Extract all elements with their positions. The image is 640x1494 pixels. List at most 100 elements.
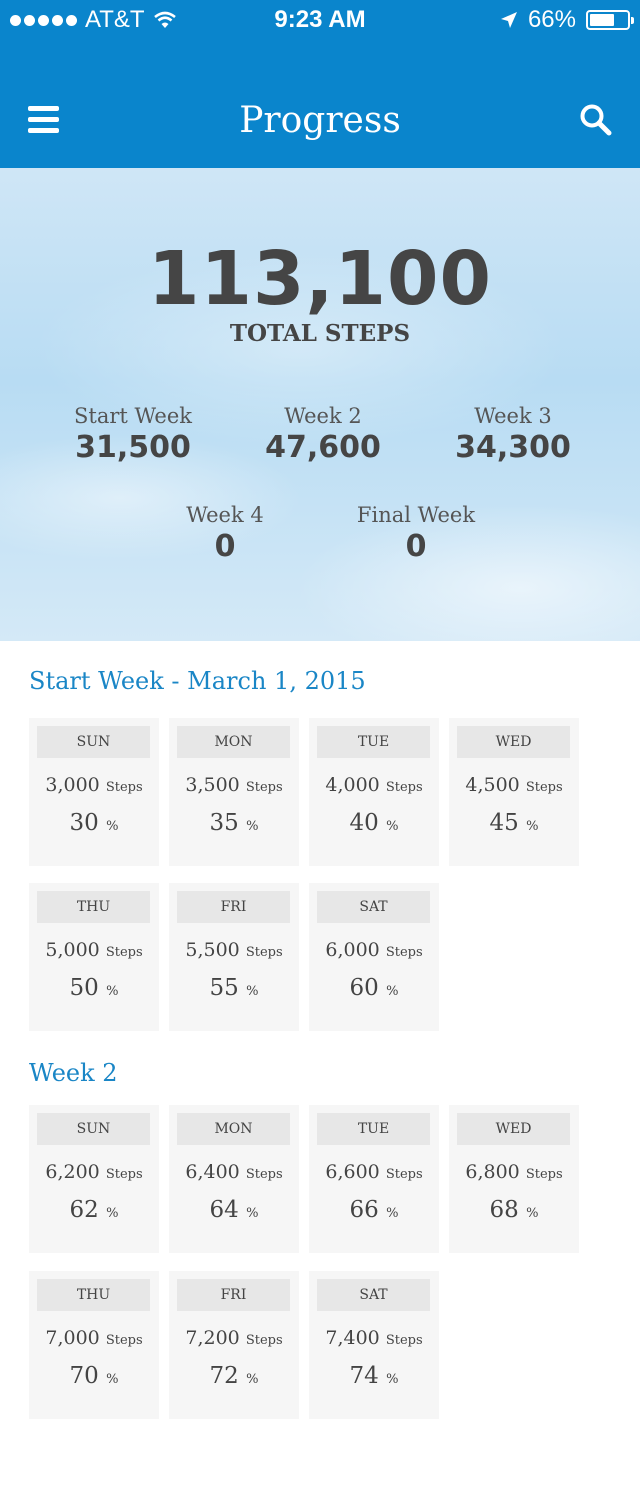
day-label: FRI	[177, 1279, 290, 1311]
week-summary-name: Week 3	[474, 404, 552, 428]
page-title: Progress	[239, 100, 401, 141]
search-icon	[580, 104, 612, 136]
week-summary-2: Week 2 47,600	[233, 404, 413, 465]
percent-unit: %	[386, 819, 399, 834]
battery-icon	[586, 10, 634, 30]
day-steps: 7,000 Steps	[29, 1327, 159, 1349]
day-steps: 7,200 Steps	[169, 1327, 299, 1349]
day-steps-value: 6,400	[185, 1161, 240, 1183]
steps-unit: Steps	[525, 780, 563, 795]
day-label: MON	[177, 726, 290, 758]
day-steps: 4,000 Steps	[309, 774, 439, 796]
day-steps: 7,400 Steps	[309, 1327, 439, 1349]
day-percent-value: 35	[209, 810, 239, 836]
steps-unit: Steps	[385, 780, 423, 795]
day-card: WED 6,800 Steps 68 %	[449, 1105, 579, 1253]
day-card: FRI 7,200 Steps 72 %	[169, 1271, 299, 1419]
week-summary-name: Start Week	[74, 404, 192, 428]
week-summary-final: Final Week 0	[326, 503, 506, 564]
day-card: SAT 6,000 Steps 60 %	[309, 883, 439, 1031]
steps-unit: Steps	[245, 945, 283, 960]
week-summary-value: 0	[405, 529, 427, 564]
day-percent: 68 %	[449, 1197, 579, 1223]
steps-unit: Steps	[385, 1167, 423, 1182]
percent-unit: %	[106, 984, 119, 999]
day-steps: 6,800 Steps	[449, 1161, 579, 1183]
day-card: THU 7,000 Steps 70 %	[29, 1271, 159, 1419]
percent-unit: %	[386, 1372, 399, 1387]
day-steps-value: 7,200	[185, 1327, 240, 1349]
day-steps-value: 6,200	[45, 1161, 100, 1183]
day-card: THU 5,000 Steps 50 %	[29, 883, 159, 1031]
day-label: SAT	[317, 891, 430, 923]
steps-unit: Steps	[245, 780, 283, 795]
week-summary-value: 34,300	[455, 430, 571, 465]
week-summary-value: 31,500	[75, 430, 191, 465]
day-steps-value: 5,000	[45, 939, 100, 961]
day-percent: 30 %	[29, 810, 159, 836]
steps-unit: Steps	[105, 1167, 143, 1182]
day-label: FRI	[177, 891, 290, 923]
search-button[interactable]	[578, 102, 614, 138]
week-summary-3: Week 3 34,300	[423, 404, 603, 465]
day-steps-value: 4,500	[465, 774, 520, 796]
day-label: TUE	[317, 1113, 430, 1145]
day-steps: 6,600 Steps	[309, 1161, 439, 1183]
day-percent-value: 66	[349, 1197, 379, 1223]
day-steps-value: 5,500	[185, 939, 240, 961]
day-percent: 35 %	[169, 810, 299, 836]
steps-unit: Steps	[105, 1333, 143, 1348]
day-percent: 40 %	[309, 810, 439, 836]
location-arrow-icon	[500, 12, 517, 28]
day-percent-value: 64	[209, 1197, 239, 1223]
day-steps-value: 6,800	[465, 1161, 520, 1183]
day-card: MON 6,400 Steps 64 %	[169, 1105, 299, 1253]
day-steps: 5,500 Steps	[169, 939, 299, 961]
day-steps: 6,000 Steps	[309, 939, 439, 961]
section-title: Week 2	[29, 1059, 118, 1087]
day-steps-value: 6,000	[325, 939, 380, 961]
day-percent-value: 72	[209, 1363, 239, 1389]
day-percent: 66 %	[309, 1197, 439, 1223]
day-steps: 6,400 Steps	[169, 1161, 299, 1183]
week-summary-name: Week 2	[284, 404, 362, 428]
day-card: MON 3,500 Steps 35 %	[169, 718, 299, 866]
percent-unit: %	[246, 1206, 259, 1221]
day-card: SUN 6,200 Steps 62 %	[29, 1105, 159, 1253]
steps-unit: Steps	[385, 1333, 423, 1348]
percent-unit: %	[246, 1372, 259, 1387]
day-steps: 6,200 Steps	[29, 1161, 159, 1183]
day-label: THU	[37, 891, 150, 923]
percent-unit: %	[106, 819, 119, 834]
day-steps: 3,500 Steps	[169, 774, 299, 796]
day-percent-value: 62	[69, 1197, 99, 1223]
summary-hero: 113,100 TOTAL STEPS Start Week 31,500 We…	[0, 168, 640, 641]
percent-unit: %	[526, 1206, 539, 1221]
day-label: WED	[457, 726, 570, 758]
day-percent-value: 40	[349, 810, 379, 836]
steps-unit: Steps	[105, 780, 143, 795]
day-card: TUE 4,000 Steps 40 %	[309, 718, 439, 866]
percent-unit: %	[106, 1206, 119, 1221]
day-percent-value: 74	[349, 1363, 379, 1389]
day-percent: 64 %	[169, 1197, 299, 1223]
percent-unit: %	[526, 819, 539, 834]
day-label: SUN	[37, 1113, 150, 1145]
steps-unit: Steps	[245, 1333, 283, 1348]
day-steps: 4,500 Steps	[449, 774, 579, 796]
week-summary-name: Final Week	[356, 503, 476, 527]
percent-unit: %	[106, 1372, 119, 1387]
day-percent-value: 50	[69, 975, 99, 1001]
steps-unit: Steps	[525, 1167, 563, 1182]
day-card: SUN 3,000 Steps 30 %	[29, 718, 159, 866]
percent-unit: %	[246, 819, 259, 834]
day-card: FRI 5,500 Steps 55 %	[169, 883, 299, 1031]
percent-unit: %	[386, 984, 399, 999]
day-steps-value: 7,400	[325, 1327, 380, 1349]
day-steps-value: 6,600	[325, 1161, 380, 1183]
day-percent: 74 %	[309, 1363, 439, 1389]
day-steps-value: 3,000	[45, 774, 100, 796]
day-label: MON	[177, 1113, 290, 1145]
day-percent: 62 %	[29, 1197, 159, 1223]
percent-unit: %	[386, 1206, 399, 1221]
